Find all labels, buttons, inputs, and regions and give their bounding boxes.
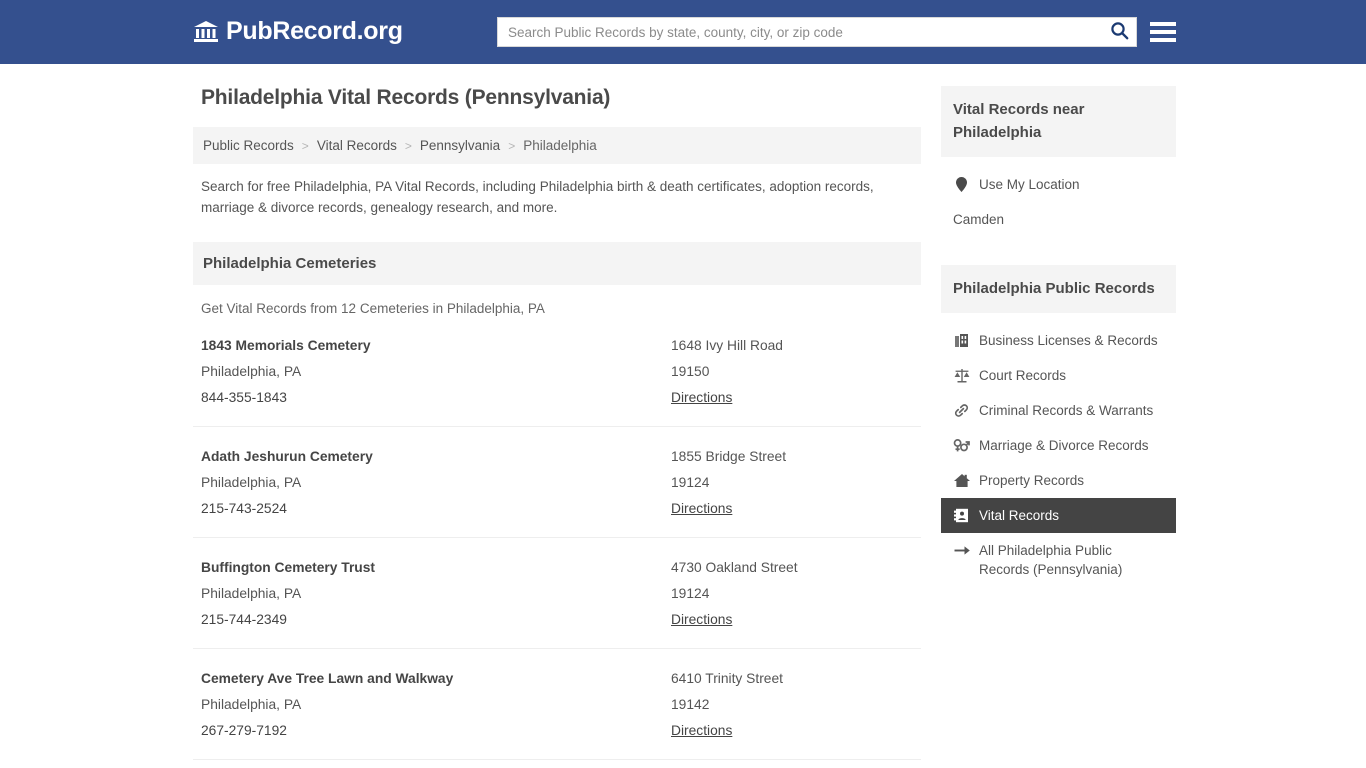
use-my-location-label: Use My Location	[979, 177, 1080, 192]
sidebar-item-property-records[interactable]: Property Records	[941, 463, 1176, 498]
sidebar-item-all-public-records[interactable]: All Philadelphia Public Records (Pennsyl…	[941, 533, 1176, 587]
bank-icon	[193, 18, 219, 44]
listing-row: 1843 Memorials Cemetery Philadelphia, PA…	[193, 316, 921, 427]
vital-records-near-heading: Vital Records near Philadelphia	[941, 86, 1176, 157]
main-column: Philadelphia Vital Records (Pennsylvania…	[193, 86, 921, 768]
listing-row: Cemetery Ave Tree Lawn and Walkway Phila…	[193, 649, 921, 760]
search-input[interactable]	[498, 18, 1102, 46]
link-icon	[953, 402, 970, 419]
breadcrumb-item-pennsylvania[interactable]: Pennsylvania	[420, 138, 500, 153]
search-button[interactable]	[1102, 18, 1136, 46]
sidebar-item-criminal-records[interactable]: Criminal Records & Warrants	[941, 393, 1176, 428]
listing-phone: 215-743-2524	[201, 501, 287, 516]
hamburger-bar	[1150, 30, 1176, 34]
listing-left: Buffington Cemetery Trust Philadelphia, …	[201, 559, 671, 629]
id-card-icon	[953, 507, 970, 524]
listing-row: Adath Jeshurun Cemetery Philadelphia, PA…	[193, 427, 921, 538]
hamburger-bar	[1150, 22, 1176, 26]
sidebar: Vital Records near Philadelphia Use My L…	[941, 86, 1176, 768]
listing-city-state: Philadelphia, PA	[201, 475, 302, 490]
vital-records-near-body: Use My Location Camden	[941, 157, 1176, 237]
sidebar-item-label: Vital Records	[979, 508, 1060, 523]
sidebar-item-label: Court Records	[979, 368, 1067, 383]
page-title: Philadelphia Vital Records (Pennsylvania…	[201, 86, 611, 109]
listing-right: 1855 Bridge Street 19124 Directions	[671, 448, 921, 518]
breadcrumb-item-public-records[interactable]: Public Records	[203, 138, 294, 153]
listing-right: 1648 Ivy Hill Road 19150 Directions	[671, 337, 921, 407]
listing-street: 4730 Oakland Street	[671, 560, 798, 575]
philadelphia-public-records-card: Philadelphia Public Records Business Lic…	[941, 265, 1176, 587]
home-icon	[953, 472, 970, 489]
sidebar-item-label: Criminal Records & Warrants	[979, 403, 1154, 418]
listing-zip: 19150	[671, 364, 710, 379]
sidebar-item-marriage-divorce[interactable]: Marriage & Divorce Records	[941, 428, 1176, 463]
listing-directions-link[interactable]: Directions	[671, 501, 732, 516]
public-records-list: Business Licenses & Records Court Record…	[941, 313, 1176, 587]
arrow-right-icon	[953, 542, 970, 559]
map-pin-icon	[953, 176, 970, 193]
breadcrumb-separator: >	[508, 138, 516, 153]
listing-name: 1843 Memorials Cemetery	[201, 338, 371, 353]
vital-records-near-card: Vital Records near Philadelphia Use My L…	[941, 86, 1176, 237]
sidebar-item-label: Business Licenses & Records	[979, 333, 1158, 348]
listing-phone: 267-279-7192	[201, 723, 287, 738]
briefcase-icon	[953, 332, 970, 349]
scales-icon	[953, 367, 970, 384]
listing-name: Cemetery Ave Tree Lawn and Walkway	[201, 671, 454, 686]
sidebar-item-business-licenses[interactable]: Business Licenses & Records	[941, 323, 1176, 358]
search-bar[interactable]	[497, 17, 1137, 47]
sidebar-item-vital-records[interactable]: Vital Records	[941, 498, 1176, 533]
listing-street: 6410 Trinity Street	[671, 671, 783, 686]
listing-city-state: Philadelphia, PA	[201, 586, 302, 601]
breadcrumb-separator: >	[404, 138, 412, 153]
listing-street: 1855 Bridge Street	[671, 449, 787, 464]
listing-name: Adath Jeshurun Cemetery	[201, 449, 373, 464]
breadcrumb-item-vital-records[interactable]: Vital Records	[317, 138, 397, 153]
listing-zip: 19124	[671, 475, 710, 490]
listing-street: 1648 Ivy Hill Road	[671, 338, 783, 353]
listing-zip: 19124	[671, 586, 710, 601]
cemeteries-section-heading: Philadelphia Cemeteries	[193, 242, 921, 285]
public-records-heading: Philadelphia Public Records	[941, 265, 1176, 313]
search-icon	[1110, 21, 1129, 43]
listing-left: Cemetery Ave Tree Lawn and Walkway Phila…	[201, 670, 671, 740]
listing-row: Buffington Cemetery Trust Philadelphia, …	[193, 538, 921, 649]
sidebar-item-court-records[interactable]: Court Records	[941, 358, 1176, 393]
sidebar-item-label: All Philadelphia Public Records (Pennsyl…	[979, 543, 1123, 577]
page-intro-text: Search for free Philadelphia, PA Vital R…	[201, 179, 874, 215]
site-header: PubRecord.org	[0, 0, 1366, 64]
breadcrumb-separator: >	[301, 138, 309, 153]
sidebar-item-label: Marriage & Divorce Records	[979, 438, 1149, 453]
gender-icon	[953, 437, 970, 454]
cemeteries-section-subtitle: Get Vital Records from 12 Cemeteries in …	[201, 301, 545, 316]
listing-right: 4730 Oakland Street 19124 Directions	[671, 559, 921, 629]
listing-zip: 19142	[671, 697, 710, 712]
breadcrumb-item-philadelphia: Philadelphia	[523, 138, 597, 153]
nearby-place-label: Camden	[953, 212, 1005, 227]
listing-left: 1843 Memorials Cemetery Philadelphia, PA…	[201, 337, 671, 407]
use-my-location-button[interactable]: Use My Location	[941, 167, 1176, 202]
sidebar-item-label: Property Records	[979, 473, 1085, 488]
hamburger-menu-icon[interactable]	[1150, 19, 1176, 45]
listing-left: Adath Jeshurun Cemetery Philadelphia, PA…	[201, 448, 671, 518]
site-logo[interactable]: PubRecord.org	[193, 18, 403, 44]
listing-city-state: Philadelphia, PA	[201, 697, 302, 712]
listing-name: Buffington Cemetery Trust	[201, 560, 376, 575]
listing-row: Chelten Hills Cemetery Philadelphia, PA …	[193, 760, 921, 768]
site-logo-text: PubRecord.org	[226, 17, 403, 45]
listing-directions-link[interactable]: Directions	[671, 612, 732, 627]
content-container: Philadelphia Vital Records (Pennsylvania…	[193, 86, 1176, 768]
listing-directions-link[interactable]: Directions	[671, 723, 732, 738]
nearby-place-camden[interactable]: Camden	[941, 202, 1176, 237]
listing-city-state: Philadelphia, PA	[201, 364, 302, 379]
listing-right: 6410 Trinity Street 19142 Directions	[671, 670, 921, 740]
breadcrumb: Public Records > Vital Records > Pennsyl…	[193, 127, 921, 164]
listing-phone: 844-355-1843	[201, 390, 287, 405]
listing-phone: 215-744-2349	[201, 612, 287, 627]
page-body: Philadelphia Vital Records (Pennsylvania…	[0, 64, 1366, 768]
listing-directions-link[interactable]: Directions	[671, 390, 732, 405]
hamburger-bar	[1150, 38, 1176, 42]
